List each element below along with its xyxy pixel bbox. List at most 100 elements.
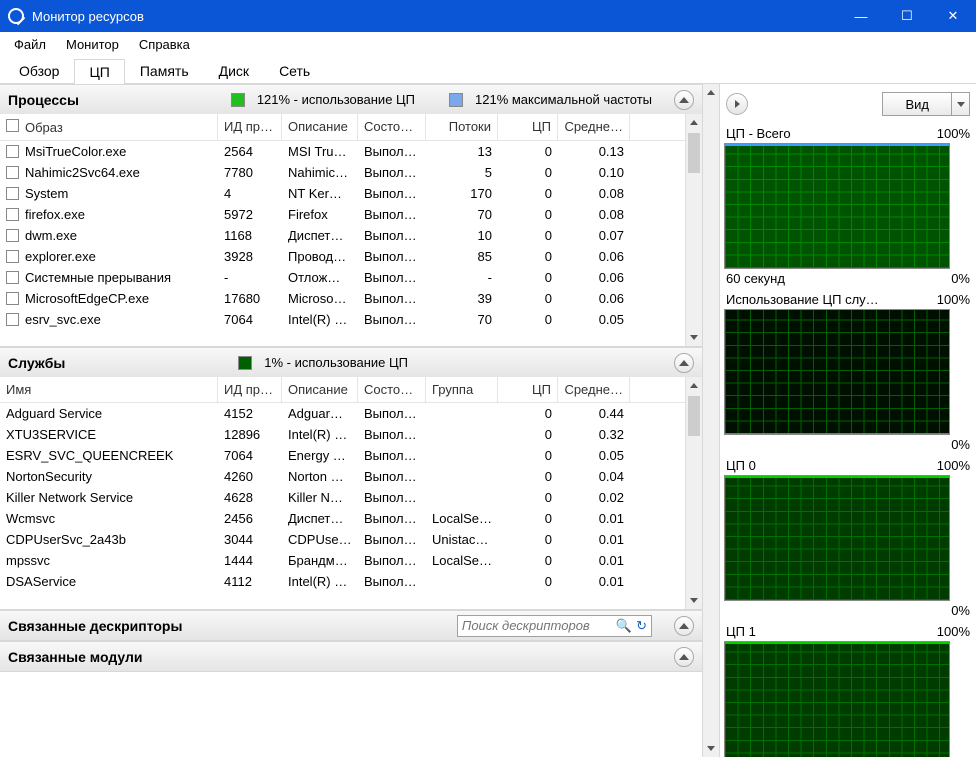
tab-overview[interactable]: Обзор [4,58,74,83]
scroll-up-button[interactable] [703,84,719,101]
maximize-button[interactable]: ☐ [884,0,930,32]
scroll-down-button[interactable] [703,740,719,757]
legend-svc: 1% - использование ЦП [264,355,408,370]
cell-desc: Провод… [282,249,358,264]
cell-cpu: 0 [498,532,558,547]
services-collapse-button[interactable] [674,353,694,373]
table-row[interactable]: esrv_svc.exe7064Intel(R) …Выпол…7000.05 [0,309,702,330]
menu-monitor[interactable]: Монитор [56,35,129,54]
app-icon [8,8,24,24]
col-desc[interactable]: Описание [282,114,358,140]
view-dropdown[interactable]: Вид [882,92,970,116]
tab-network[interactable]: Сеть [264,58,325,83]
cell-name: ESRV_SVC_QUEENCREEK [0,448,218,463]
main-scrollbar[interactable] [702,84,719,757]
chart-max-label: 100% [937,624,970,639]
processes-scrollbar[interactable] [685,114,702,346]
col-svc-avg[interactable]: Средне… [558,377,630,402]
table-row[interactable]: Wcmsvc2456Диспет…Выпол…LocalSe…00.01 [0,508,702,529]
services-scrollbar[interactable] [685,377,702,609]
col-avg[interactable]: Средне… [558,114,630,140]
legend-svc-swatch [238,356,252,370]
table-row[interactable]: Killer Network Service4628Killer N…Выпол… [0,487,702,508]
row-checkbox[interactable] [6,208,19,221]
col-cpu[interactable]: ЦП [498,114,558,140]
table-row[interactable]: CDPUserSvc_2a43b3044CDPUse…Выпол…Unistac… [0,529,702,550]
table-row[interactable]: System4NT Ker…Выпол…17000.08 [0,183,702,204]
services-header[interactable]: Службы 1% - использование ЦП [0,347,702,377]
table-row[interactable]: mpssvc1444Брандм…Выпол…LocalSe…00.01 [0,550,702,571]
tab-cpu[interactable]: ЦП [74,59,124,84]
tab-memory[interactable]: Память [125,58,204,83]
minimize-button[interactable]: — [838,0,884,32]
cell-pid: 4628 [218,490,282,505]
table-row[interactable]: MicrosoftEdgeCP.exe17680Microso…Выпол…39… [0,288,702,309]
row-checkbox[interactable] [6,271,19,284]
cell-state: Выпол… [358,249,426,264]
col-state[interactable]: Состоя… [358,114,426,140]
processes-header[interactable]: Процессы 121% - использование ЦП 121% ма… [0,84,702,114]
scroll-down-button[interactable] [686,329,702,346]
table-row[interactable]: XTU3SERVICE12896Intel(R) …Выпол…00.32 [0,424,702,445]
table-row[interactable]: DSAService4112Intel(R) …Выпол…00.01 [0,571,702,592]
handles-search-input[interactable] [462,618,612,633]
row-checkbox[interactable] [6,250,19,263]
scroll-thumb[interactable] [688,396,700,436]
col-svc-state[interactable]: Состоя… [358,377,426,402]
cell-group: Unistac… [426,532,498,547]
charts-column: Вид ЦП - Всего100%60 секунд0%Использован… [720,84,976,757]
col-svc-pid[interactable]: ИД пр… [218,377,282,402]
select-all-checkbox[interactable] [6,119,19,132]
table-row[interactable]: firefox.exe5972FirefoxВыпол…7000.08 [0,204,702,225]
cell-desc: Диспет… [282,511,358,526]
cell-desc: Norton … [282,469,358,484]
tab-disk[interactable]: Диск [204,58,264,83]
col-threads[interactable]: Потоки [426,114,498,140]
close-button[interactable]: ✕ [930,0,976,32]
table-row[interactable]: Nahimic2Svc64.exe7780Nahimic…Выпол…500.1… [0,162,702,183]
row-checkbox[interactable] [6,166,19,179]
col-image[interactable]: Образ [0,114,218,140]
scroll-down-button[interactable] [686,592,702,609]
table-row[interactable]: explorer.exe3928Провод…Выпол…8500.06 [0,246,702,267]
scroll-up-button[interactable] [686,377,702,394]
cell-desc: Intel(R) … [282,574,358,589]
table-row[interactable]: MsiTrueColor.exe2564MSI Tru…Выпол…1300.1… [0,141,702,162]
row-checkbox[interactable] [6,145,19,158]
cell-desc: Killer N… [282,490,358,505]
scroll-up-button[interactable] [686,114,702,131]
col-pid[interactable]: ИД пр… [218,114,282,140]
processes-collapse-button[interactable] [674,90,694,110]
col-svc-desc[interactable]: Описание [282,377,358,402]
cell-image: explorer.exe [25,249,96,264]
row-checkbox[interactable] [6,292,19,305]
table-row[interactable]: ESRV_SVC_QUEENCREEK7064Energy …Выпол…00.… [0,445,702,466]
row-checkbox[interactable] [6,229,19,242]
cell-name: Wcmsvc [0,511,218,526]
handles-panel: Связанные дескрипторы 🔍 ↻ [0,610,702,641]
handles-header[interactable]: Связанные дескрипторы 🔍 ↻ [0,610,702,640]
table-row[interactable]: Системные прерывания-Отлож…Выпол…-00.06 [0,267,702,288]
modules-collapse-button[interactable] [674,647,694,667]
row-checkbox[interactable] [6,313,19,326]
cell-cpu: 0 [498,511,558,526]
table-row[interactable]: dwm.exe1168Диспет…Выпол…1000.07 [0,225,702,246]
menu-file[interactable]: Файл [4,35,56,54]
col-svc-group[interactable]: Группа [426,377,498,402]
table-row[interactable]: Adguard Service4152Adguar…Выпол…00.44 [0,403,702,424]
scroll-thumb[interactable] [688,133,700,173]
col-svc-name[interactable]: Имя [0,377,218,402]
chart-max-label: 100% [937,458,970,473]
search-icon[interactable]: 🔍 [616,618,632,634]
table-row[interactable]: NortonSecurity4260Norton …Выпол…00.04 [0,466,702,487]
row-checkbox[interactable] [6,187,19,200]
cell-cpu: 0 [498,448,558,463]
col-svc-cpu[interactable]: ЦП [498,377,558,402]
modules-header[interactable]: Связанные модули [0,641,702,671]
charts-collapse-button[interactable] [726,93,748,115]
handles-collapse-button[interactable] [674,616,694,636]
menu-help[interactable]: Справка [129,35,200,54]
cell-cpu: 0 [498,165,558,180]
modules-title: Связанные модули [8,649,143,665]
refresh-icon[interactable]: ↻ [636,618,647,634]
